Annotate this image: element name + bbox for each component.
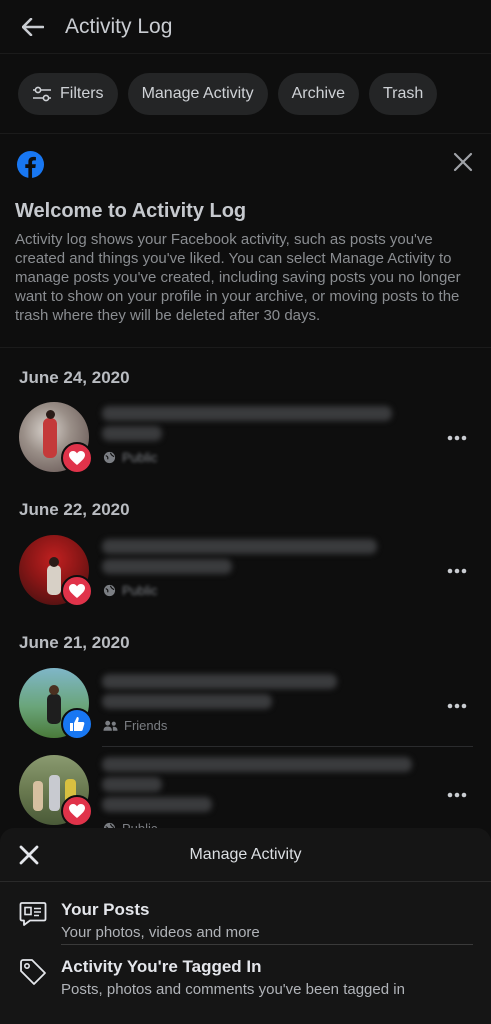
- your-posts-option[interactable]: Your Posts Your photos, videos and more: [0, 882, 491, 944]
- posts-icon: [19, 902, 47, 926]
- blurred-activity-text: [102, 757, 412, 772]
- tagged-activity-option[interactable]: Activity You're Tagged In Posts, photos …: [0, 945, 491, 1007]
- tag-icon: [20, 959, 46, 985]
- divider: [102, 746, 473, 747]
- archive-chip[interactable]: Archive: [277, 73, 359, 115]
- manage-activity-chip[interactable]: Manage Activity: [127, 73, 268, 115]
- more-options-icon[interactable]: [445, 428, 469, 448]
- love-reaction-icon: [61, 795, 93, 827]
- date-header: June 21, 2020: [19, 633, 130, 652]
- tagged-activity-subtitle: Posts, photos and comments you've been t…: [61, 981, 405, 998]
- activity-item[interactable]: Public: [0, 398, 491, 488]
- facebook-logo-icon: [16, 150, 45, 179]
- welcome-title: Welcome to Activity Log: [15, 200, 247, 222]
- privacy-text: Friends: [124, 718, 168, 733]
- blurred-activity-text: [102, 674, 337, 689]
- privacy-text: Public: [122, 583, 158, 598]
- your-posts-title: Your Posts: [61, 900, 150, 919]
- more-options-icon[interactable]: [445, 561, 469, 581]
- manage-activity-chip-label: Manage Activity: [141, 85, 254, 102]
- back-arrow-icon[interactable]: [20, 14, 46, 40]
- blurred-activity-text: [102, 559, 232, 574]
- activity-item[interactable]: Friends: [0, 664, 491, 754]
- page-title: Activity Log: [65, 14, 173, 38]
- tagged-activity-title: Activity You're Tagged In: [61, 957, 262, 976]
- archive-chip-label: Archive: [291, 85, 345, 102]
- sheet-header: Manage Activity: [0, 828, 491, 882]
- blurred-activity-text: [102, 426, 162, 441]
- close-icon[interactable]: [451, 150, 475, 174]
- more-options-icon[interactable]: [445, 785, 469, 805]
- manage-activity-sheet: Manage Activity Your Posts Your photos, …: [0, 828, 491, 1024]
- privacy-label: Public: [103, 450, 157, 465]
- welcome-card: Welcome to Activity Log Activity log sho…: [0, 134, 491, 348]
- sliders-icon: [33, 86, 51, 102]
- love-reaction-icon: [61, 575, 93, 607]
- app-header: Activity Log: [0, 0, 491, 54]
- close-icon[interactable]: [17, 843, 41, 867]
- friends-icon: [103, 720, 118, 731]
- trash-chip[interactable]: Trash: [368, 73, 438, 115]
- more-options-icon[interactable]: [445, 696, 469, 716]
- filter-chip-bar: Filters Manage Activity Archive Trash: [0, 54, 491, 134]
- activity-feed: June 24, 2020 Public June 22, 2020 Publi…: [0, 348, 491, 836]
- sheet-title: Manage Activity: [189, 845, 302, 863]
- privacy-label: Public: [103, 583, 157, 598]
- blurred-activity-text: [102, 797, 212, 812]
- trash-chip-label: Trash: [382, 85, 424, 102]
- blurred-activity-text: [102, 777, 162, 792]
- welcome-description: Activity log shows your Facebook activit…: [15, 231, 461, 324]
- like-reaction-icon: [61, 708, 93, 740]
- your-posts-subtitle: Your photos, videos and more: [61, 924, 260, 941]
- blurred-activity-text: [102, 694, 272, 709]
- activity-item[interactable]: Public: [0, 531, 491, 621]
- privacy-label: Friends: [103, 718, 167, 733]
- privacy-text: Public: [122, 450, 158, 465]
- date-header: June 22, 2020: [19, 500, 130, 519]
- filters-chip-label: Filters: [60, 85, 104, 102]
- blurred-activity-text: [102, 406, 392, 421]
- blurred-activity-text: [102, 539, 377, 554]
- love-reaction-icon: [61, 442, 93, 474]
- globe-icon: [103, 584, 116, 597]
- date-header: June 24, 2020: [19, 368, 130, 387]
- globe-icon: [103, 451, 116, 464]
- filters-chip[interactable]: Filters: [18, 73, 118, 115]
